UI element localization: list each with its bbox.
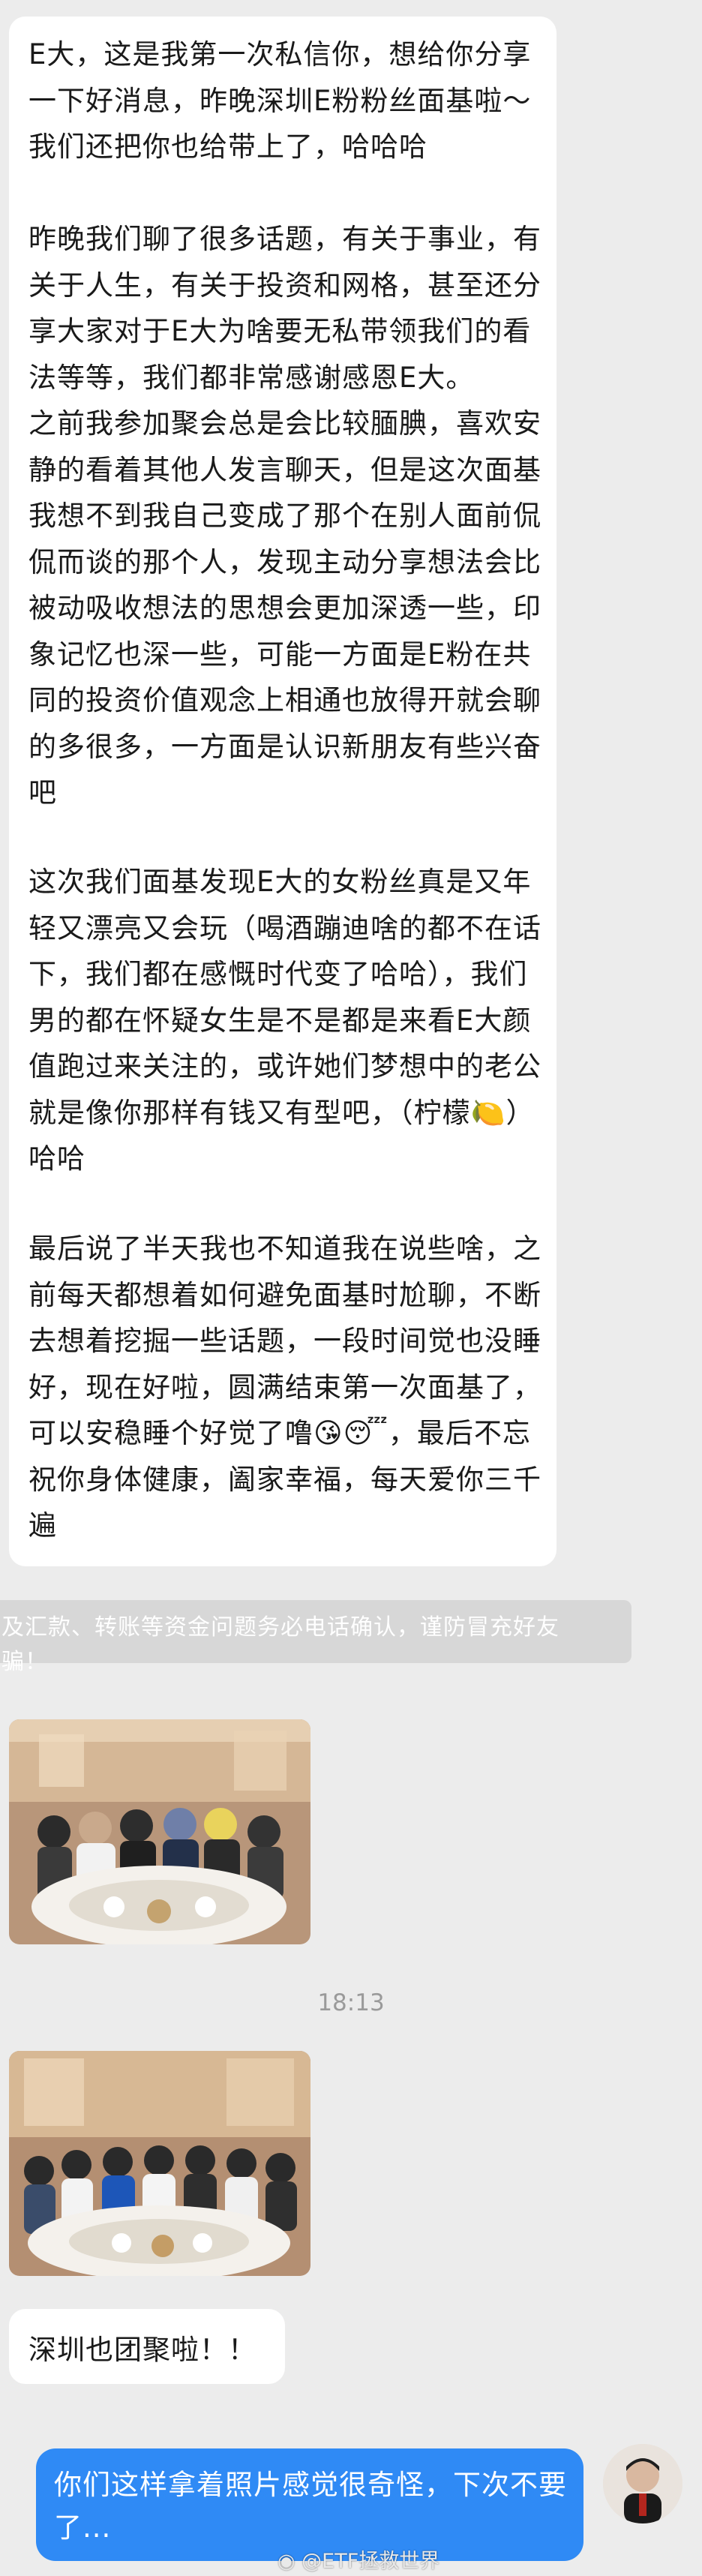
message-paragraph: 最后说了半天我也不知道我在说些啥，之前每天都想着如何避免面基时尬聊，不断去想着挖…: [28, 1232, 542, 1542]
incoming-message-bubble[interactable]: 深圳也团聚啦！！: [9, 2309, 285, 2384]
weibo-logo-icon: ◉: [278, 2550, 296, 2573]
message-text: 你们这样拿着照片感觉很奇怪，下次不要了...: [54, 2469, 567, 2544]
watermark-text: @ETF拯救世界: [302, 2550, 440, 2573]
message-paragraph: 昨晚我们聊了很多话题，有关于事业，有关于人生，有关于投资和网格，甚至还分享大家对…: [28, 223, 542, 394]
group-photo[interactable]: [9, 1719, 310, 1944]
message-paragraph: E大，这是我第一次私信你，想给你分享一下好消息，昨晚深圳E粉粉丝面基啦～我们还把…: [28, 38, 532, 163]
incoming-message-bubble[interactable]: E大，这是我第一次私信你，想给你分享一下好消息，昨晚深圳E粉粉丝面基啦～我们还把…: [9, 17, 556, 1566]
watermark: ◉ @ETF拯救世界: [278, 2544, 440, 2574]
message-paragraph: 这次我们面基发现E大的女粉丝真是又年轻又漂亮又会玩（喝酒蹦迪啥的都不在话下，我们…: [28, 866, 542, 1175]
avatar[interactable]: [603, 2444, 682, 2523]
timestamp: 18:13: [317, 1989, 385, 2016]
security-notice-text: 及汇款、转账等资金问题务必电话确认，谨防冒充好友骗！: [2, 1614, 560, 1675]
security-notice: 及汇款、转账等资金问题务必电话确认，谨防冒充好友骗！: [0, 1600, 632, 1675]
message-text: 深圳也团聚啦！！: [28, 2334, 256, 2366]
group-photo[interactable]: [9, 2051, 310, 2276]
message-paragraph: 之前我参加聚会总是会比较腼腆，喜欢安静的看着其他人发言聊天，但是这次面基我想不到…: [28, 407, 542, 809]
